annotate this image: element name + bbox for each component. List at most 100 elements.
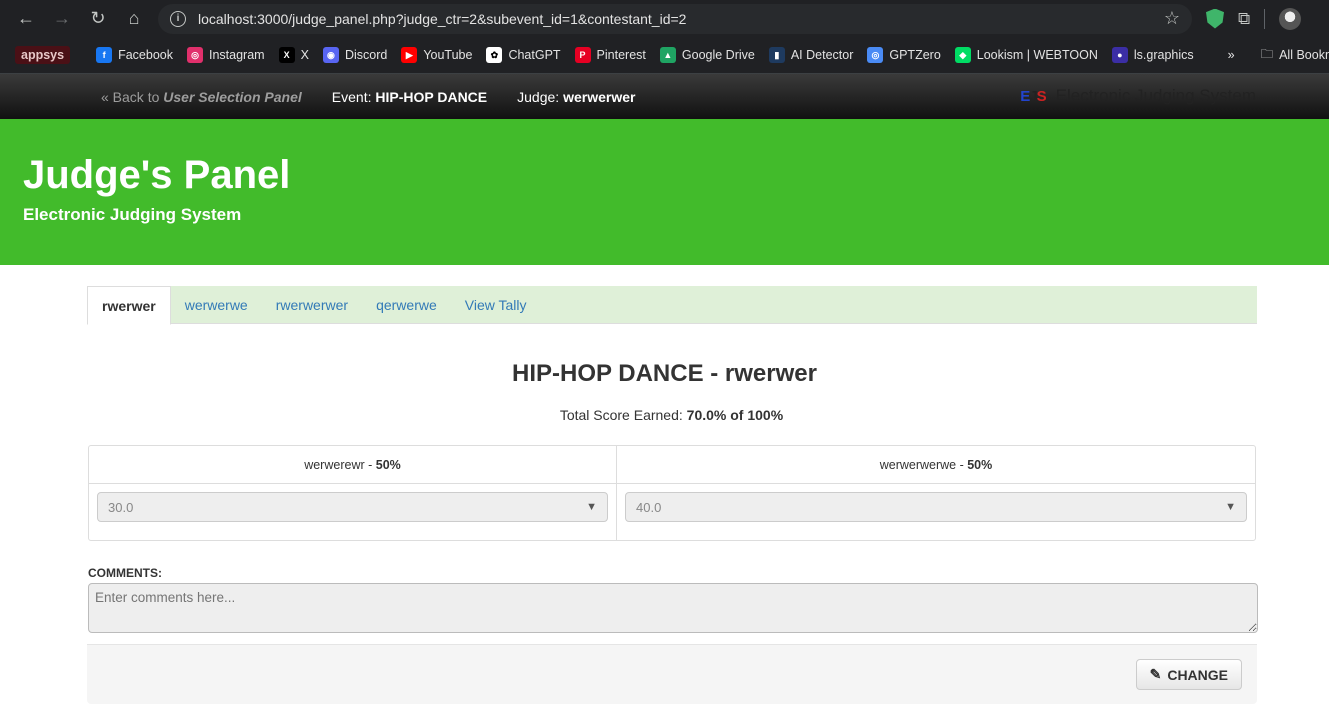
form-footer: ✎ CHANGE [87, 644, 1257, 704]
tab-contestant[interactable]: rwerwer [87, 286, 171, 325]
bookmark-label: Facebook [118, 48, 173, 62]
event-name: HIP-HOP DANCE [375, 88, 488, 105]
pencil-icon: ✎ [1149, 666, 1162, 682]
bookmark-label: AI Detector [790, 48, 854, 62]
browser-toolbar: ← → ↻ ⌂ i localhost:3000/judge_panel.php… [0, 0, 1329, 37]
profile-avatar[interactable] [1279, 7, 1302, 30]
chevron-down-icon: ▼ [586, 501, 597, 513]
bookmark-label: ls.graphics [1133, 48, 1194, 62]
criterion-name: werwerwerwe [879, 457, 957, 472]
bookmark-favicon-icon: ▲ [659, 47, 676, 63]
toolbar-divider [1264, 8, 1266, 29]
bookmark-favicon-icon: f [96, 47, 113, 63]
shield-extension-icon[interactable] [1206, 8, 1224, 29]
bookmark-item[interactable]: ◎ GPTZero [860, 47, 947, 63]
site-info-icon[interactable]: i [170, 10, 186, 27]
address-bar[interactable]: i localhost:3000/judge_panel.php?judge_c… [158, 3, 1192, 34]
bookmark-item[interactable]: ✿ ChatGPT [479, 47, 567, 63]
criterion-column: werwerwerwe - 50% 40.0 ▼ [617, 446, 1255, 540]
tab-contestant[interactable]: qerwerwe [362, 286, 451, 324]
more-bookmarks-icon[interactable]: » [1221, 48, 1242, 62]
criterion-score-select[interactable]: 30.0 ▼ [97, 492, 608, 522]
bookmark-item[interactable]: ◉ Discord [316, 47, 394, 63]
forward-arrow-icon[interactable]: → [44, 1, 80, 37]
folder-icon: 🗀 [1260, 46, 1274, 61]
ejs-logo: EJS [1020, 87, 1046, 105]
bookmark-label: YouTube [423, 48, 473, 62]
bookmarks-bar: appsys f Facebook ◎ Instagram X X ◉ Discord ▶ YouT… [0, 37, 1329, 74]
page-title: Judge's Panel [23, 153, 291, 197]
judge-indicator: Judge: werwerwer [517, 89, 635, 105]
bookmark-favicon-icon: P [574, 47, 591, 63]
select-value: 40.0 [636, 499, 662, 515]
judge-name: werwerwer [563, 88, 636, 105]
criterion-score-select[interactable]: 40.0 ▼ [625, 492, 1247, 522]
change-button-label: CHANGE [1167, 666, 1228, 683]
bookmark-label: Discord [344, 48, 388, 62]
criterion-weight: 50% [967, 457, 993, 472]
event-indicator: Event: HIP-HOP DANCE [332, 89, 487, 105]
brand-text: Electronic Judging System [1055, 86, 1256, 105]
bookmark-label: Lookism | WEBTOON [976, 48, 1098, 62]
select-value: 30.0 [108, 499, 134, 515]
back-to-selection-link[interactable]: « Back to User Selection Panel [101, 89, 302, 105]
score-value: 70.0% of 100% [686, 407, 784, 423]
bookmark-favicon-icon: ● [1111, 47, 1128, 63]
bookmark-item[interactable]: appsys [8, 46, 77, 64]
bookmark-item[interactable]: P Pinterest [568, 47, 653, 63]
bookmark-item[interactable]: ◆ Lookism | WEBTOON [948, 47, 1105, 63]
all-bookmarks-folder[interactable]: 🗀 All Bookma [1254, 45, 1329, 66]
bookmark-favicon-icon: ◎ [867, 47, 884, 63]
bookmark-favicon-icon: X [278, 47, 295, 63]
bookmark-favicon-icon: ▮ [768, 47, 785, 63]
all-bookmarks-label: All Bookma [1279, 48, 1329, 62]
comments-label: COMMENTS: [88, 566, 162, 580]
tab-contestant[interactable]: View Tally [451, 286, 541, 324]
judge-prefix: Judge: [517, 88, 564, 105]
criterion-header: werwerewr - 50% [89, 446, 616, 484]
bookmark-favicon-icon: ◎ [187, 47, 203, 63]
bookmark-favicon-icon: ▶ [401, 47, 418, 63]
back-prefix: « Back to [101, 88, 164, 105]
bookmark-item[interactable]: ● ls.graphics [1105, 47, 1201, 63]
comments-textarea[interactable] [88, 583, 1258, 633]
bookmark-star-icon[interactable]: ☆ [1164, 8, 1180, 29]
bookmark-item[interactable]: ▲ Google Drive [653, 47, 762, 63]
back-arrow-icon[interactable]: ← [8, 1, 44, 37]
contestant-tabs: rwerwer werwerwe rwerwerwer qerwerwe View Ta… [87, 286, 1257, 325]
bookmark-item[interactable]: f Facebook [89, 47, 180, 63]
url-text[interactable]: localhost:3000/judge_panel.php?judge_ctr… [198, 11, 1164, 27]
bookmark-item[interactable]: ▶ YouTube [394, 47, 479, 63]
brand[interactable]: EJS Electronic Judging System [1020, 86, 1256, 106]
tab-contestant[interactable]: werwerwe [171, 286, 262, 324]
reload-icon[interactable]: ↻ [80, 1, 116, 37]
bookmark-item[interactable]: XX [272, 47, 316, 63]
tab-contestant[interactable]: rwerwerwer [262, 286, 362, 324]
back-link-label: User Selection Panel [163, 88, 302, 105]
bookmark-favicon-icon: ◆ [954, 47, 971, 63]
bookmark-label: Pinterest [596, 48, 646, 62]
event-prefix: Event: [331, 88, 376, 105]
extensions-puzzle-icon[interactable]: ⧉ [1238, 9, 1250, 29]
criterion-header: werwerwerwe - 50% [617, 446, 1255, 484]
bookmark-label: Google Drive [681, 48, 755, 62]
bookmark-favicon-icon: ✿ [486, 47, 503, 63]
bookmark-item[interactable]: ◎ Instagram [180, 47, 272, 63]
criterion-weight: 50% [375, 457, 401, 472]
bookmark-favicon-icon: ◉ [322, 47, 339, 63]
page-subtitle: Electronic Judging System [23, 205, 242, 224]
criteria-table: werwerewr - 50% 30.0 ▼ werwerwerwe - 50% … [88, 445, 1256, 541]
contestant-heading: HIP-HOP DANCE - rwerwer [512, 360, 817, 387]
home-icon[interactable]: ⌂ [116, 1, 152, 37]
change-button[interactable]: ✎ CHANGE [1135, 659, 1242, 690]
bookmark-label: X [300, 48, 309, 62]
total-score: Total Score Earned: 70.0% of 100% [0, 407, 1329, 423]
jumbotron: Judge's Panel Electronic Judging System [0, 119, 1329, 265]
bookmark-label: GPTZero [889, 48, 941, 62]
bookmark-label: ChatGPT [508, 48, 561, 62]
bookmark-label: Instagram [209, 48, 265, 62]
score-prefix: Total Score Earned: [559, 407, 687, 423]
criterion-name: werwerewr [304, 457, 365, 472]
bookmark-item[interactable]: ▮ AI Detector [762, 47, 861, 63]
chevron-down-icon: ▼ [1225, 501, 1236, 513]
